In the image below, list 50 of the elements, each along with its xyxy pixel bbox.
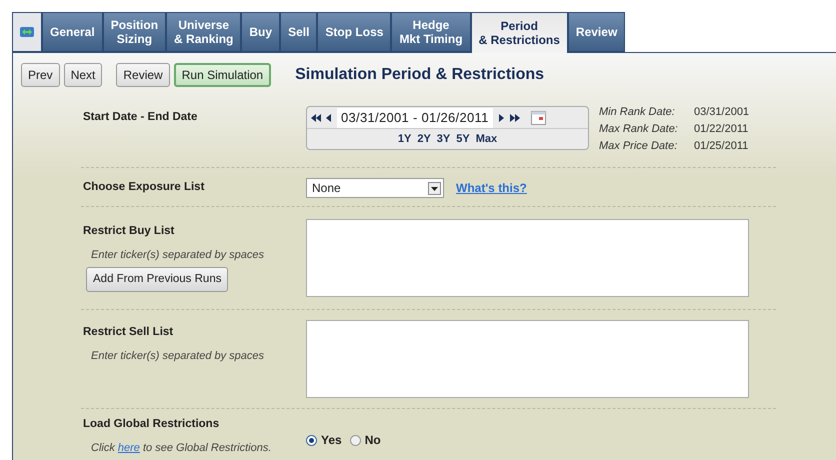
tab[interactable]: Hedge Mkt Timing (391, 12, 471, 52)
exposure-dropdown[interactable]: None (306, 178, 444, 198)
toolbar-button[interactable]: Next (64, 63, 102, 87)
hint-text: Enter ticker(s) separated by spaces (90, 349, 264, 364)
tab[interactable]: General (42, 12, 103, 52)
info-label: Min Rank Date: (599, 106, 676, 119)
tab[interactable]: Universe & Ranking (166, 12, 242, 52)
preset-link[interactable]: 3Y (436, 130, 450, 148)
last-icon[interactable] (510, 114, 521, 122)
hint-text: Click here to see Global Restrictions. (90, 441, 272, 456)
run-button[interactable]: Run Simulation (174, 63, 272, 87)
previous-icon[interactable] (326, 114, 331, 122)
here-link[interactable]: here (118, 442, 140, 454)
field-label: Choose Exposure List (82, 180, 206, 196)
toolbar-button[interactable]: Review (116, 63, 170, 87)
date-range-value[interactable]: 03/31/2001 - 01/26/2011 (337, 108, 493, 128)
toolbar-button[interactable]: Prev (21, 63, 60, 87)
info-label: Max Price Date: (599, 140, 678, 153)
help-link[interactable]: What's this? (456, 179, 527, 197)
field-label: Load Global Restrictions (83, 417, 220, 432)
calendar-icon[interactable] (530, 110, 546, 124)
preset-link[interactable]: 5Y (456, 130, 470, 148)
sell-list-field[interactable] (306, 320, 749, 398)
info-value: 01/25/2011 (694, 140, 748, 153)
field-label: Start Date - End Date (82, 110, 198, 125)
swap-arrows-icon (20, 27, 34, 37)
preset-link[interactable]: 1Y (398, 130, 412, 148)
next-icon[interactable] (498, 114, 504, 122)
tab[interactable]: Stop Loss (317, 12, 392, 52)
tab[interactable]: Sell (280, 12, 318, 52)
tab[interactable]: Position Sizing (102, 12, 166, 52)
info-value: 03/31/2001 (694, 106, 750, 119)
info-value: 01/22/2011 (694, 123, 748, 136)
tab[interactable]: Period & Restrictions (470, 12, 568, 53)
field-label: Restrict Sell List (83, 325, 174, 340)
tab[interactable]: Buy (241, 12, 280, 52)
page-title: Simulation Period & Restrictions (295, 65, 544, 85)
radio-option[interactable]: Yes (306, 431, 342, 449)
tab[interactable] (12, 12, 42, 52)
buy-list-field[interactable] (306, 219, 749, 297)
first-icon[interactable] (311, 114, 322, 122)
tab[interactable]: Review (568, 12, 626, 52)
info-label: Max Rank Date: (599, 123, 679, 136)
add-previous-button[interactable]: Add From Previous Runs (86, 266, 228, 292)
radio-option[interactable]: No (350, 431, 381, 449)
preset-link[interactable]: Max (476, 130, 498, 148)
date-range-picker[interactable]: 03/31/2001 - 01/26/2011 1Y 2Y 3Y 5Y Max (306, 106, 589, 150)
field-label: Restrict Buy List (83, 224, 174, 239)
hint-text: Enter ticker(s) separated by spaces (90, 248, 264, 264)
preset-link[interactable]: 2Y (417, 130, 431, 148)
